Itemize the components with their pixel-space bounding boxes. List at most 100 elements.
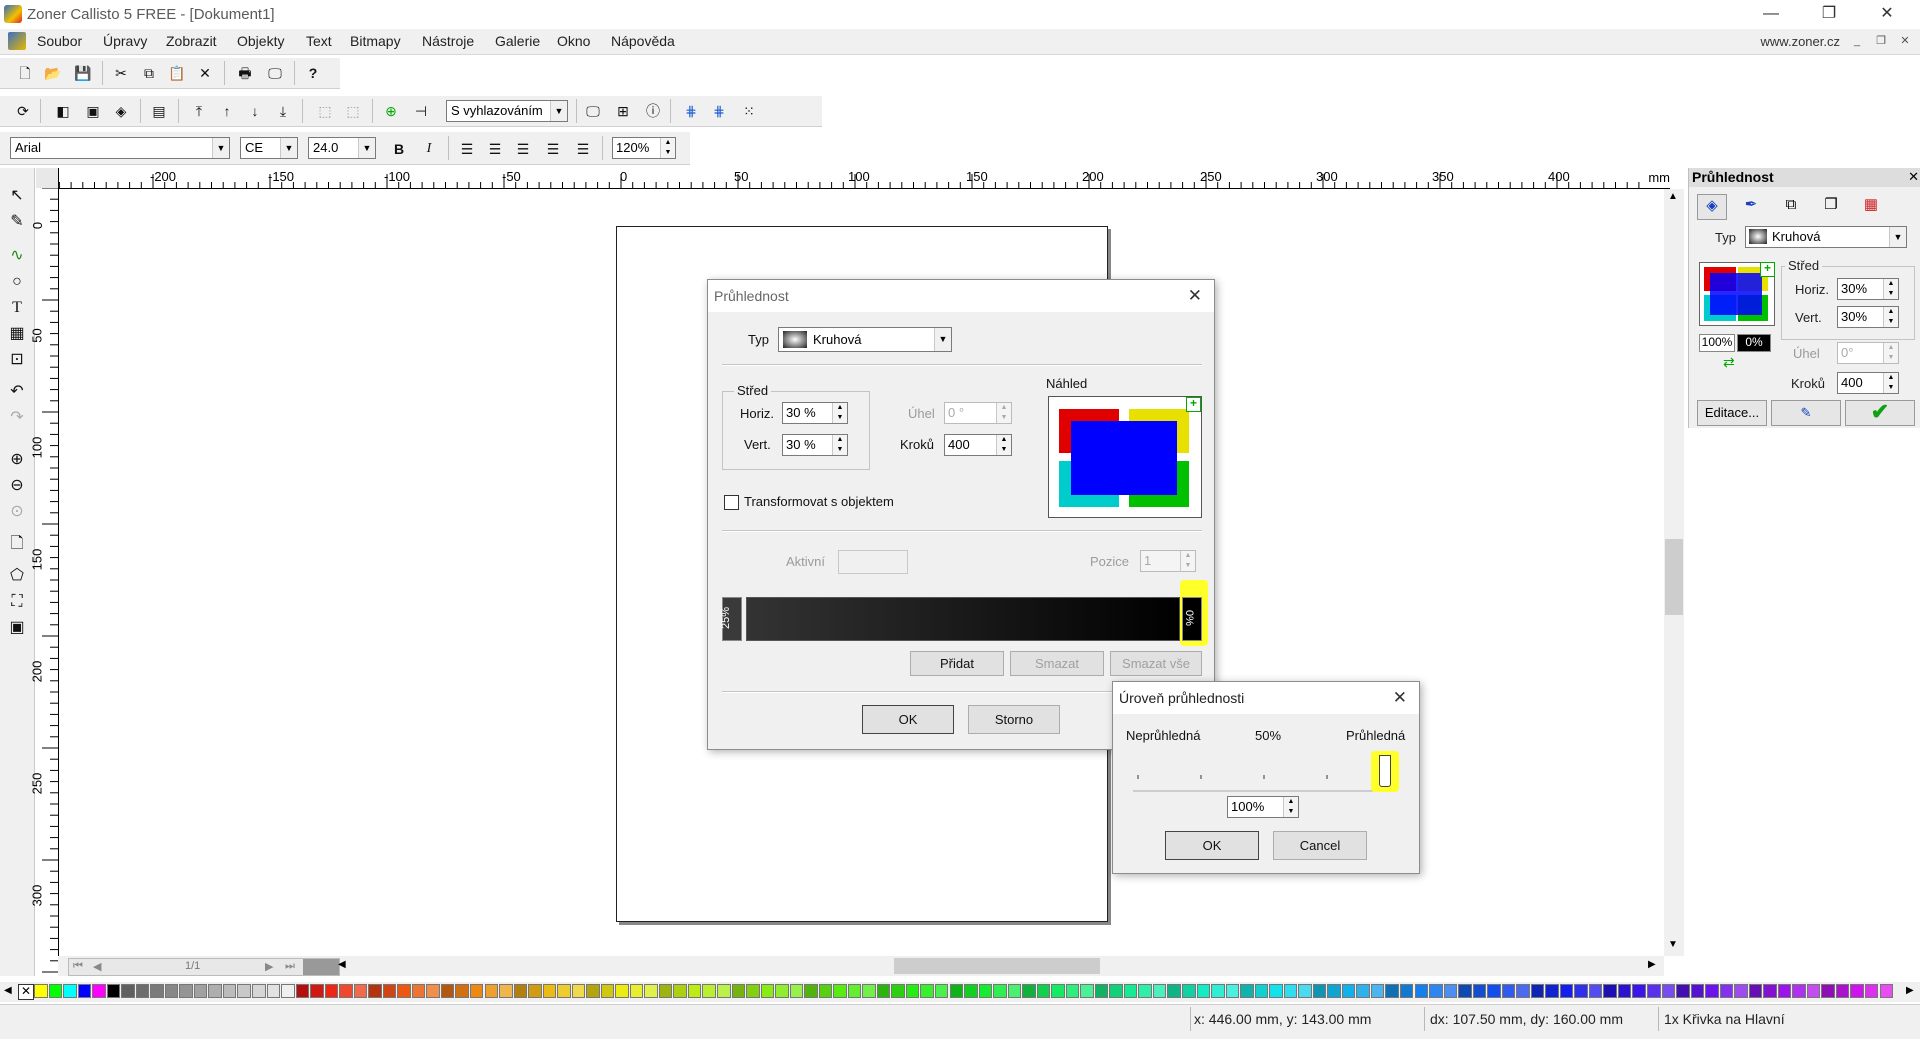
- table-tool-icon[interactable]: ▦: [4, 322, 30, 346]
- color-swatch[interactable]: [1530, 984, 1545, 998]
- color-swatch[interactable]: [964, 984, 978, 998]
- dialog-ok-button[interactable]: OK: [862, 705, 954, 734]
- color-swatch[interactable]: [208, 984, 222, 998]
- color-swatch[interactable]: [1545, 984, 1559, 998]
- color-swatch[interactable]: [1443, 984, 1457, 998]
- color-swatch[interactable]: [1458, 984, 1472, 998]
- color-swatch[interactable]: [1370, 984, 1385, 998]
- scroll-up-icon[interactable]: ▲: [1668, 191, 1678, 202]
- text-tool-icon[interactable]: T: [4, 296, 30, 320]
- color-swatch[interactable]: [1196, 984, 1210, 998]
- node-edit-icon[interactable]: ✎: [4, 210, 30, 234]
- panel-type-select[interactable]: Kruhová ▼: [1745, 226, 1907, 248]
- context-help-icon[interactable]: ?: [302, 62, 324, 84]
- color-swatch[interactable]: [993, 984, 1007, 998]
- delete-stop-button[interactable]: Smazat: [1010, 651, 1104, 676]
- color-swatch[interactable]: [1298, 984, 1312, 998]
- color-swatch[interactable]: [1109, 984, 1123, 998]
- add-stop-button[interactable]: Přidat: [910, 651, 1004, 676]
- select-arrow-icon[interactable]: ↖: [4, 184, 30, 208]
- color-swatch[interactable]: [1007, 984, 1022, 998]
- color-swatch[interactable]: [324, 984, 339, 998]
- color-swatch[interactable]: [339, 984, 353, 998]
- menu-soubor[interactable]: Soubor: [37, 33, 82, 49]
- color-swatch[interactable]: [310, 984, 324, 998]
- mdi-minimize-button[interactable]: _: [1848, 34, 1866, 49]
- justify-icon[interactable]: ☰: [542, 138, 564, 160]
- scroll-thumb[interactable]: [1665, 539, 1683, 615]
- color-swatch[interactable]: [1588, 984, 1603, 998]
- gradient-stop-left[interactable]: 25%: [720, 597, 742, 641]
- undo-icon[interactable]: ↶: [4, 380, 30, 404]
- color-swatch[interactable]: [920, 984, 934, 998]
- active-color-field[interactable]: [838, 550, 908, 574]
- color-swatch[interactable]: [1763, 984, 1777, 998]
- vertical-scrollbar[interactable]: ▲ ▼: [1664, 189, 1684, 956]
- color-swatch[interactable]: [150, 984, 164, 998]
- insert-object-icon[interactable]: ⊡: [4, 348, 30, 372]
- mdi-close-button[interactable]: ✕: [1896, 34, 1914, 49]
- color-swatch[interactable]: [644, 984, 658, 998]
- font-size-select[interactable]: 24.0 ▼: [308, 137, 376, 159]
- panel-uhel-input[interactable]: 0° ▲ ▼: [1837, 342, 1899, 364]
- color-swatch[interactable]: [1487, 984, 1501, 998]
- color-swatch[interactable]: [905, 984, 920, 998]
- color-swatch[interactable]: [1240, 984, 1254, 998]
- add-node-icon[interactable]: ⊕: [380, 100, 402, 122]
- spin-arrows-icon[interactable]: ▲ ▼: [832, 403, 847, 423]
- color-swatch[interactable]: [949, 984, 963, 998]
- first-page-icon[interactable]: ⏮: [73, 960, 83, 973]
- color-swatch[interactable]: [34, 984, 48, 998]
- color-swatch[interactable]: [469, 984, 484, 998]
- color-swatch[interactable]: [1385, 984, 1399, 998]
- color-swatch[interactable]: [818, 984, 833, 998]
- curve-tool-icon[interactable]: ∿: [4, 244, 30, 268]
- cut-scissors-icon[interactable]: ✂: [110, 62, 132, 84]
- menu-galerie[interactable]: Galerie: [495, 33, 540, 49]
- pen-tab-icon[interactable]: ✒: [1737, 194, 1765, 218]
- menu-zobrazit[interactable]: Zobrazit: [166, 33, 217, 49]
- mirror-icon[interactable]: ◧: [52, 100, 74, 122]
- preview-plus-icon[interactable]: +: [1760, 262, 1775, 277]
- shadow-tab-icon[interactable]: ❐: [1817, 194, 1845, 218]
- color-swatch[interactable]: [77, 984, 92, 998]
- swap-arrows-icon[interactable]: ⇄: [1723, 354, 1735, 371]
- menu-bitmapy[interactable]: Bitmapy: [350, 33, 401, 49]
- color-swatch[interactable]: [353, 984, 368, 998]
- prev-page-icon[interactable]: ◀: [93, 960, 101, 973]
- type-select[interactable]: Kruhová ▼: [778, 327, 952, 352]
- spin-arrows-icon[interactable]: ▲ ▼: [1283, 797, 1298, 817]
- paste-clipboard-icon[interactable]: 📋: [166, 62, 188, 84]
- color-swatch[interactable]: [48, 984, 62, 998]
- color-swatch[interactable]: [1632, 984, 1646, 998]
- color-swatch[interactable]: [1080, 984, 1094, 998]
- color-swatch[interactable]: [252, 984, 266, 998]
- color-swatch[interactable]: [658, 984, 673, 998]
- color-swatch[interactable]: [746, 984, 760, 998]
- restore-button[interactable]: ❐: [1806, 0, 1852, 29]
- color-swatch[interactable]: [1516, 984, 1530, 998]
- ungroup-icon[interactable]: ◈: [110, 100, 132, 122]
- color-swatch[interactable]: [1036, 984, 1051, 998]
- horizontal-scroll-thumb[interactable]: [894, 958, 1100, 974]
- color-swatch[interactable]: [455, 984, 469, 998]
- color-swatch[interactable]: [1879, 984, 1893, 998]
- color-swatch[interactable]: [1705, 984, 1719, 998]
- spin-arrows-icon[interactable]: ▲ ▼: [1883, 307, 1898, 327]
- color-swatch[interactable]: [862, 984, 876, 998]
- color-swatch[interactable]: [1806, 984, 1821, 998]
- zoom-spinner[interactable]: 120% ▲ ▼: [612, 137, 676, 159]
- color-swatch[interactable]: [1254, 984, 1269, 998]
- color-swatch[interactable]: [440, 984, 455, 998]
- position-input[interactable]: 1 ▲ ▼: [1140, 550, 1196, 572]
- font-select[interactable]: Arial ▼: [10, 137, 230, 159]
- charset-select[interactable]: CE ▼: [240, 137, 298, 159]
- page-icon[interactable]: 🗋: [4, 532, 30, 556]
- color-swatch[interactable]: [1312, 984, 1327, 998]
- color-swatch[interactable]: [63, 984, 77, 998]
- color-swatch[interactable]: [295, 984, 310, 998]
- color-swatch[interactable]: [876, 984, 891, 998]
- spin-arrows-icon[interactable]: ▲ ▼: [832, 435, 847, 455]
- panel-horiz-input[interactable]: 30% ▲ ▼: [1837, 278, 1899, 300]
- color-swatch[interactable]: [1225, 984, 1240, 998]
